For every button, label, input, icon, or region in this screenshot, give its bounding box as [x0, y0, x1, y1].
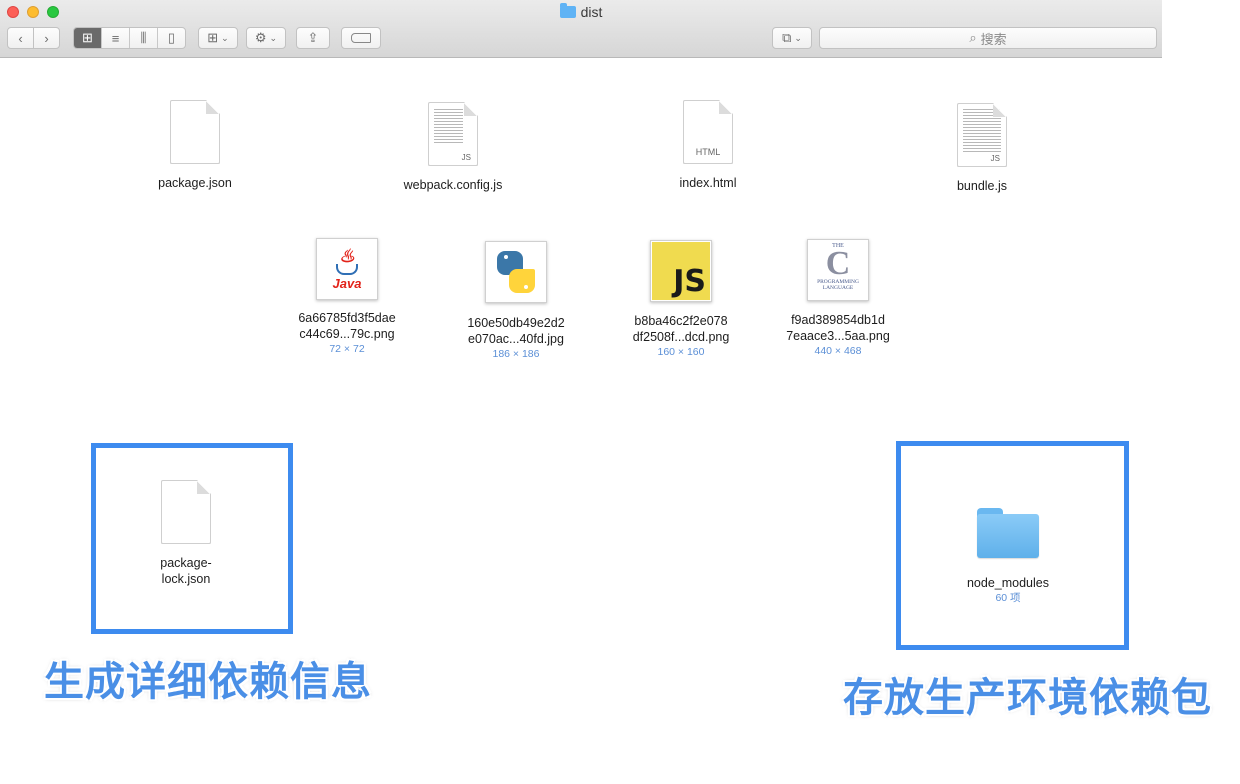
action-button[interactable]: ⚙ ⌄	[246, 27, 286, 49]
view-mode-control: ⊞ ≡ ⫼ ▯	[73, 27, 186, 49]
file-name: webpack.config.js	[403, 178, 503, 192]
file-name: f9ad389854db1d 7eaace3...5aa.png	[786, 313, 890, 343]
title-bar: dist ‹ › ⊞ ≡ ⫼ ▯ ⊞ ⌄ ⚙ ⌄ ⇪ ⧉ ⌄ ⌕ 搜索	[0, 0, 1162, 58]
search-placeholder: 搜索	[980, 31, 1007, 47]
folder-item-node-modules[interactable]: node_modules 60 项	[923, 508, 1093, 605]
window-title-text: dist	[580, 4, 603, 20]
js-logo-icon: JS	[652, 242, 710, 300]
json-doc-icon	[170, 100, 220, 164]
html-doc-icon: HTML	[683, 100, 733, 164]
java-logo-thumbnail: ♨ Java	[316, 238, 378, 300]
file-name: index.html	[679, 176, 737, 190]
columns-icon: ⫼	[140, 30, 147, 45]
search-icon: ⌕	[969, 30, 977, 45]
list-icon: ≡	[111, 30, 120, 46]
tag-button[interactable]	[341, 27, 381, 49]
icon-view-button[interactable]: ⊞	[74, 28, 101, 48]
book-cover-title: PROGRAMMING LANGUAGE	[817, 279, 859, 291]
js-doc-icon: JS	[957, 103, 1007, 167]
gear-icon: ⚙	[254, 30, 267, 45]
file-item-python-jpg[interactable]: 160e50db49e2d2 e070ac...40fd.jpg 186 × 1…	[431, 241, 601, 361]
file-item-package-json[interactable]: package.json	[110, 100, 280, 191]
share-button[interactable]: ⇪	[296, 27, 330, 49]
chevron-right-icon: ›	[44, 30, 49, 46]
c-book-cover-icon: THE C PROGRAMMING LANGUAGE	[810, 241, 866, 299]
chevron-down-icon: ⌄	[221, 32, 229, 43]
file-badge: JS	[461, 153, 471, 162]
file-item-c-book-png[interactable]: THE C PROGRAMMING LANGUAGE f9ad389854db1…	[753, 239, 923, 358]
c-book-thumbnail: THE C PROGRAMMING LANGUAGE	[807, 239, 869, 301]
folder-icon	[977, 508, 1039, 558]
back-forward-control: ‹ ›	[7, 27, 60, 49]
cover-flow-button[interactable]: ▯	[157, 28, 185, 48]
file-item-webpack-config[interactable]: JS webpack.config.js	[368, 102, 538, 193]
chevron-left-icon: ‹	[18, 30, 23, 46]
forward-button[interactable]: ›	[33, 28, 59, 48]
chevron-down-icon: ⌄	[269, 32, 278, 43]
folder-name: node_modules	[966, 576, 1049, 590]
json-doc-icon	[161, 480, 211, 544]
file-item-bundle-js[interactable]: JS bundle.js	[897, 103, 1067, 194]
file-item-package-lock-json[interactable]: package- lock.json	[101, 480, 271, 587]
image-dimensions: 186 × 186	[492, 348, 540, 360]
file-item-js-png[interactable]: JS b8ba46c2f2e078 df2508f...dcd.png 160 …	[596, 240, 766, 359]
book-cover-letter: C	[825, 245, 851, 282]
java-steam-icon: ♨	[338, 245, 356, 266]
file-name: package.json	[158, 176, 232, 190]
dropbox-icon: ⧉	[782, 30, 792, 45]
java-logo-text: Java	[332, 275, 362, 291]
grid-icon: ⊞	[207, 30, 219, 45]
file-name: package- lock.json	[160, 556, 212, 586]
file-item-java-png[interactable]: ♨ Java 6a66785fd3f5dae c44c69...79c.png 7…	[262, 238, 432, 356]
image-dimensions: 72 × 72	[329, 343, 365, 355]
cover-flow-icon: ▯	[167, 30, 176, 45]
python-logo-thumbnail	[485, 241, 547, 303]
file-name: 6a66785fd3f5dae c44c69...79c.png	[298, 311, 396, 341]
back-button[interactable]: ‹	[8, 28, 33, 48]
file-name: bundle.js	[956, 179, 1008, 193]
js-logo-thumbnail: JS	[650, 240, 712, 302]
chevron-down-icon: ⌄	[794, 32, 802, 43]
tag-icon	[351, 33, 371, 43]
search-field[interactable]: ⌕ 搜索	[819, 27, 1157, 49]
dropbox-button[interactable]: ⧉ ⌄	[772, 27, 812, 49]
js-doc-icon: JS	[428, 102, 478, 166]
grid-icon: ⊞	[82, 30, 93, 45]
annotation-right: 存放生产环境依赖包	[843, 675, 1212, 721]
item-count: 60 项	[995, 592, 1021, 604]
arrange-button[interactable]: ⊞ ⌄	[198, 27, 238, 49]
share-icon: ⇪	[307, 30, 319, 45]
column-view-button[interactable]: ⫼	[129, 28, 157, 48]
file-badge: HTML	[695, 147, 721, 157]
python-logo-icon	[493, 249, 539, 295]
window-title: dist	[0, 3, 1162, 20]
file-item-index-html[interactable]: HTML index.html	[623, 100, 793, 191]
annotation-left: 生成详细依赖信息	[44, 659, 372, 705]
file-name: b8ba46c2f2e078 df2508f...dcd.png	[632, 314, 730, 344]
list-view-button[interactable]: ≡	[101, 28, 129, 48]
image-dimensions: 440 × 468	[814, 345, 862, 357]
file-name: 160e50db49e2d2 e070ac...40fd.jpg	[467, 316, 565, 346]
folder-icon	[559, 3, 576, 18]
image-dimensions: 160 × 160	[657, 346, 705, 358]
file-badge: JS	[990, 154, 1000, 163]
